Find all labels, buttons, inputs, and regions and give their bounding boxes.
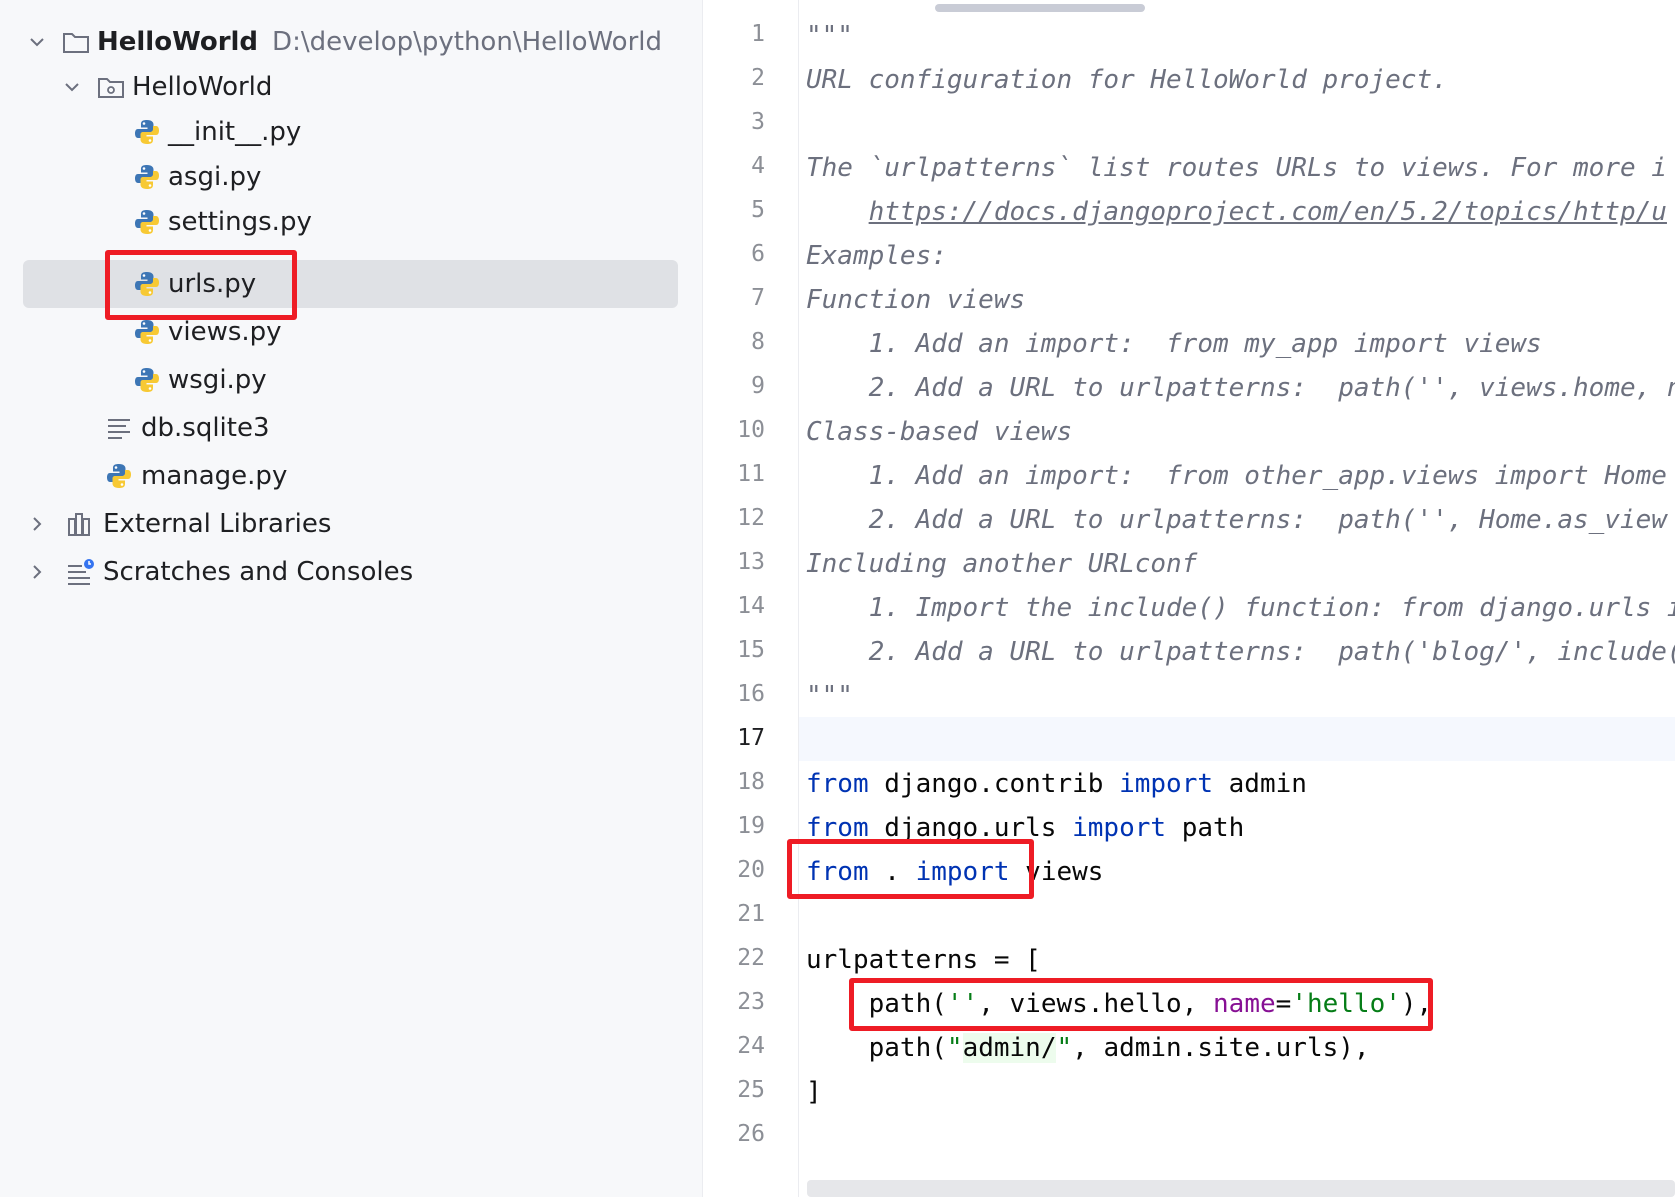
chevron-down-icon[interactable] (61, 76, 83, 98)
tree-node-project-root[interactable]: HelloWorld D:\develop\python\HelloWorld (0, 18, 702, 66)
file-label: asgi.py (168, 162, 262, 192)
code-line-docstring: Examples: (806, 241, 947, 271)
code-line-docstring: 1. Add an import: from my_app import vie… (806, 329, 1542, 359)
file-label: views.py (168, 317, 282, 347)
tree-node-file[interactable]: manage.py (0, 452, 702, 500)
code-line-urlpatterns: urlpatterns = [ (806, 945, 1041, 975)
file-label: __init__.py (168, 117, 302, 147)
python-file-icon (132, 365, 162, 395)
code-line-docstring: 2. Add a URL to urlpatterns: path('', vi… (806, 373, 1675, 403)
text-file-icon (104, 413, 134, 443)
tree-node-package[interactable]: HelloWorld (0, 63, 702, 111)
horizontal-scrollbar-thumb[interactable] (935, 4, 1145, 12)
line-number: 19 (737, 813, 765, 839)
tree-node-file[interactable]: __init__.py (0, 108, 702, 156)
python-file-icon (132, 317, 162, 347)
code-line-docstring: Function views (806, 285, 1026, 315)
file-label: db.sqlite3 (141, 413, 270, 443)
line-number: 22 (737, 945, 765, 971)
tree-node-scratches[interactable]: Scratches and Consoles (0, 548, 702, 596)
code-line-docstring: Including another URLconf (806, 549, 1198, 579)
library-icon (66, 509, 96, 539)
scratches-label: Scratches and Consoles (103, 557, 414, 587)
tree-node-external-libraries[interactable]: External Libraries (0, 500, 702, 548)
line-number: 9 (751, 373, 765, 399)
line-number: 15 (737, 637, 765, 663)
line-number: 10 (737, 417, 765, 443)
project-path-hint: D:\develop\python\HelloWorld (272, 27, 662, 57)
code-line-closing-bracket: ] (806, 1077, 822, 1107)
line-number: 1 (751, 21, 765, 47)
line-number: 18 (737, 769, 765, 795)
code-line-docstring: """ (806, 21, 853, 51)
code-line-docstring: URL configuration for HelloWorld project… (806, 65, 1448, 95)
line-number: 3 (751, 109, 765, 135)
package-folder-icon (96, 72, 126, 102)
code-line-admin-route: path("admin/", admin.site.urls), (868, 1033, 1370, 1063)
line-number: 20 (737, 857, 765, 883)
package-label: HelloWorld (132, 72, 273, 102)
code-line-docstring: 2. Add a URL to urlpatterns: path('', Ho… (806, 505, 1667, 535)
line-number: 21 (737, 901, 765, 927)
chevron-right-icon[interactable] (26, 561, 48, 583)
line-number: 7 (751, 285, 765, 311)
line-number: 5 (751, 197, 765, 223)
horizontal-scrollbar[interactable] (807, 1180, 1675, 1197)
line-number: 26 (737, 1121, 765, 1147)
file-label: wsgi.py (168, 365, 267, 395)
tree-node-file[interactable]: settings.py (0, 198, 702, 246)
chevron-down-icon[interactable] (26, 31, 48, 53)
highlight-box-hello-path (849, 978, 1433, 1031)
line-number: 14 (737, 593, 765, 619)
python-file-icon (104, 461, 134, 491)
external-libraries-label: External Libraries (103, 509, 332, 539)
code-editor[interactable]: 1 2 3 4 5 6 7 8 9 10 11 12 13 14 15 16 1… (703, 0, 1675, 1197)
python-file-icon (132, 162, 162, 192)
tree-node-file[interactable]: asgi.py (0, 153, 702, 201)
file-label: settings.py (168, 207, 312, 237)
highlight-box-urls-file (105, 250, 297, 320)
line-number: 8 (751, 329, 765, 355)
line-number: 23 (737, 989, 765, 1015)
code-line-docstring: 2. Add a URL to urlpatterns: path('blog/… (806, 637, 1675, 667)
line-number: 2 (751, 65, 765, 91)
line-number: 6 (751, 241, 765, 267)
code-line-docstring: Class-based views (806, 417, 1073, 447)
line-number: 12 (737, 505, 765, 531)
code-line-docstring: 1. Add an import: from other_app.views i… (806, 461, 1667, 491)
project-tool-window: HelloWorld D:\develop\python\HelloWorld H… (0, 0, 703, 1197)
code-line-docstring-link: https://docs.djangoproject.com/en/5.2/to… (806, 190, 1667, 234)
project-root-label: HelloWorld D:\develop\python\HelloWorld (97, 27, 662, 57)
line-number: 24 (737, 1033, 765, 1059)
current-line-highlight (703, 717, 1675, 761)
line-number-current: 17 (737, 725, 765, 751)
code-line-import: from django.contrib import admin (806, 769, 1307, 799)
line-number: 11 (737, 461, 765, 487)
tree-node-file[interactable]: db.sqlite3 (0, 404, 702, 452)
python-file-icon (132, 207, 162, 237)
scratches-icon (66, 557, 96, 587)
line-number: 25 (737, 1077, 765, 1103)
code-line-docstring: The `urlpatterns` list routes URLs to vi… (806, 153, 1667, 183)
highlight-box-import-views (787, 839, 1034, 899)
code-line-docstring: """ (806, 681, 853, 711)
file-label: manage.py (141, 461, 288, 491)
line-number: 16 (737, 681, 765, 707)
folder-icon (61, 27, 91, 57)
docs-link[interactable]: https://docs.djangoproject.com/en/5.2/to… (869, 197, 1667, 227)
tree-node-file[interactable]: wsgi.py (0, 356, 702, 404)
line-number: 4 (751, 153, 765, 179)
line-number: 13 (737, 549, 765, 575)
code-line-docstring: 1. Import the include() function: from d… (806, 593, 1675, 623)
chevron-right-icon[interactable] (26, 513, 48, 535)
python-file-icon (132, 117, 162, 147)
